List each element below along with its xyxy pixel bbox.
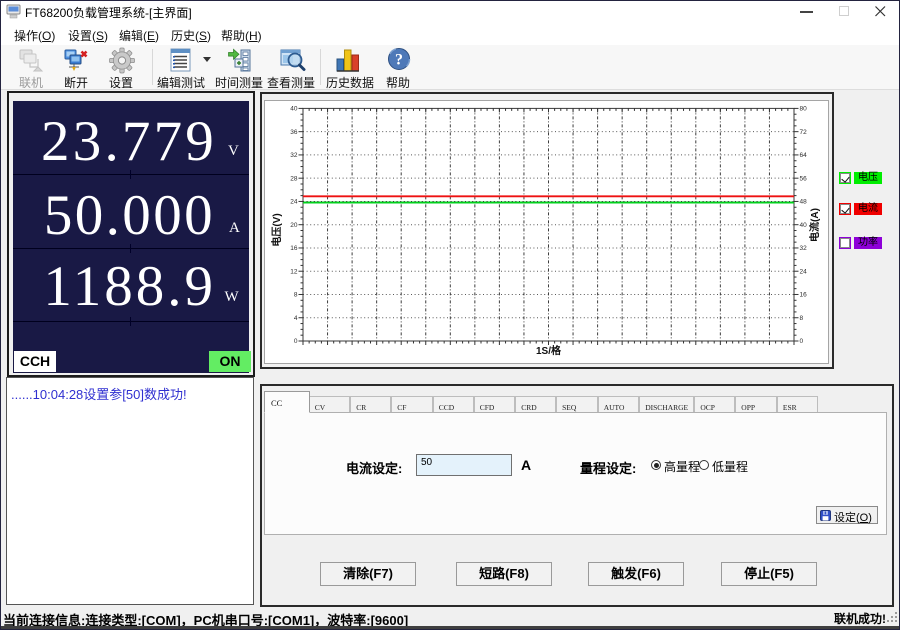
svg-text:8: 8 [294, 292, 298, 299]
svg-text:32: 32 [290, 152, 298, 159]
svg-text:40: 40 [290, 106, 298, 113]
svg-text:?: ? [395, 52, 403, 69]
svg-text:80: 80 [800, 106, 808, 113]
svg-text:72: 72 [800, 129, 808, 136]
svg-text:电流(A): 电流(A) [808, 208, 821, 242]
svg-text:20: 20 [290, 222, 298, 229]
svg-text:12: 12 [290, 268, 298, 275]
svg-text:56: 56 [800, 175, 808, 182]
svg-text:36: 36 [290, 129, 298, 136]
svg-text:32: 32 [800, 245, 808, 252]
svg-text:48: 48 [800, 199, 808, 206]
svg-text:24: 24 [800, 268, 808, 275]
svg-text:24: 24 [290, 199, 298, 206]
svg-text:16: 16 [800, 292, 808, 299]
svg-text:40: 40 [800, 222, 808, 229]
svg-text:电压(V): 电压(V) [270, 213, 283, 246]
svg-text:0: 0 [800, 338, 804, 345]
svg-text:28: 28 [290, 175, 298, 182]
svg-text:64: 64 [800, 152, 808, 159]
svg-text:4: 4 [294, 315, 298, 322]
svg-text:1S/格: 1S/格 [536, 344, 562, 357]
svg-text:16: 16 [290, 245, 298, 252]
svg-text:8: 8 [800, 315, 804, 322]
svg-text:0: 0 [294, 338, 298, 345]
